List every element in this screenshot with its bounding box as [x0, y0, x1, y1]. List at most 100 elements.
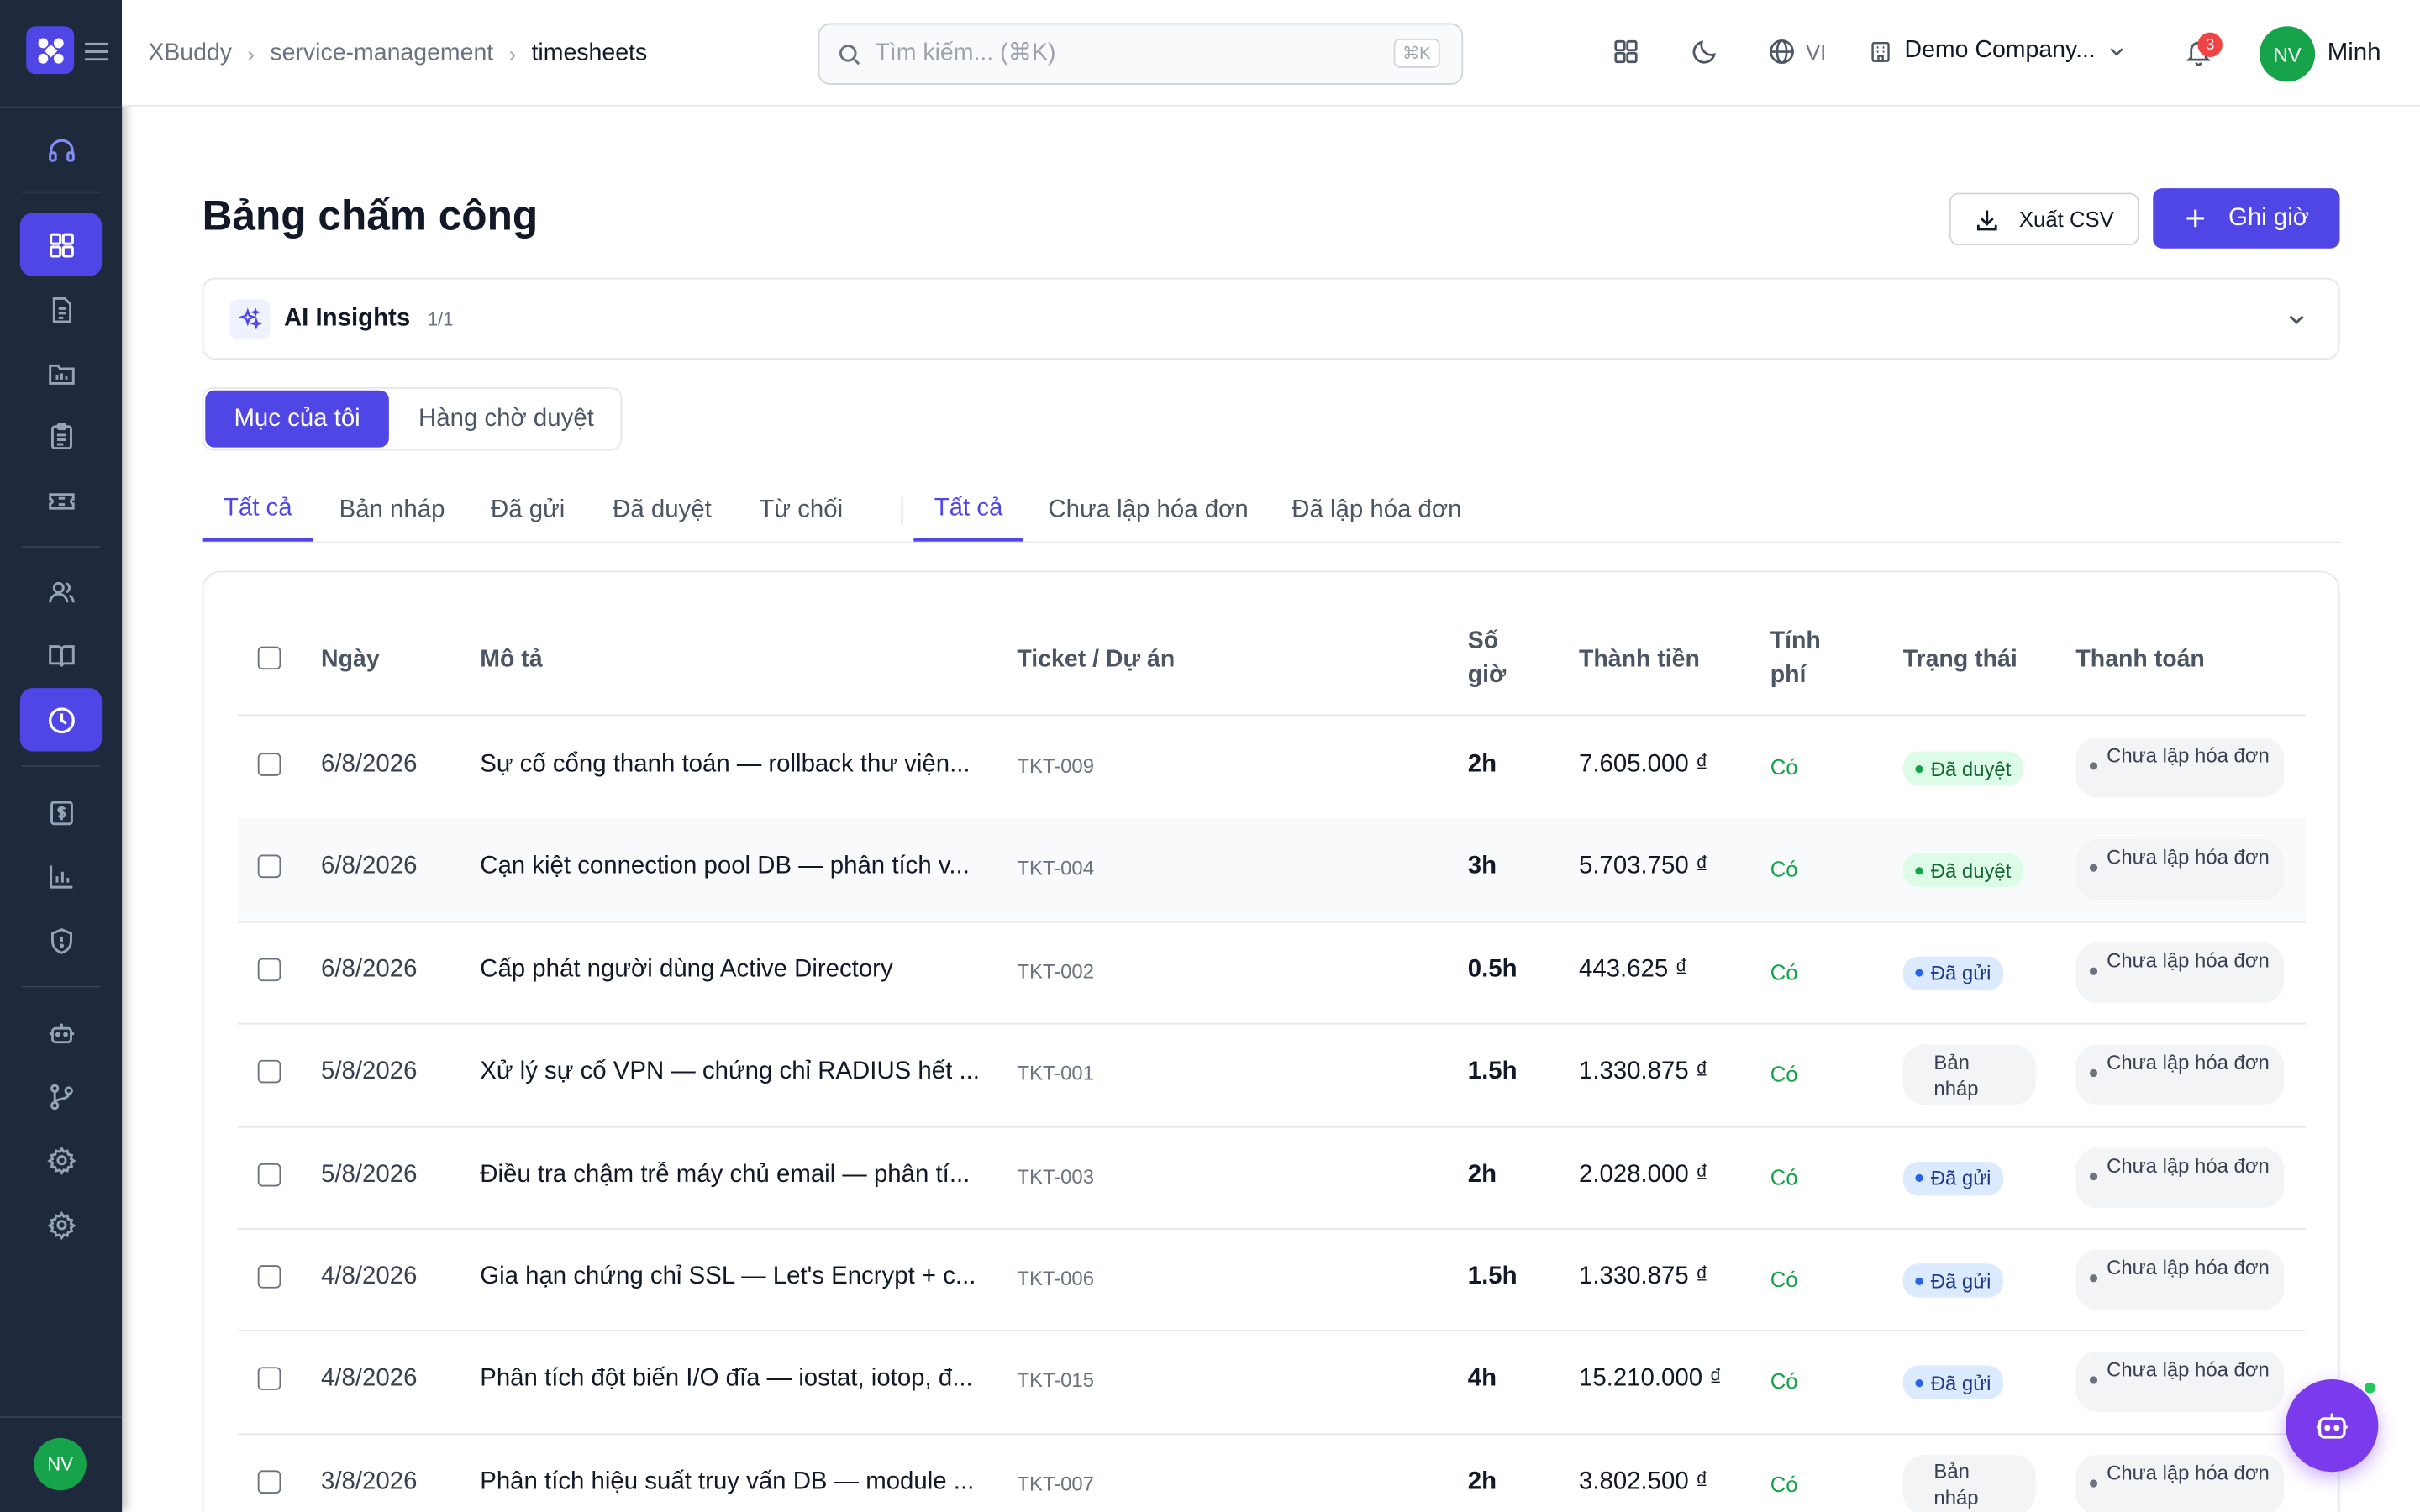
theme-toggle-button[interactable] [1690, 37, 1719, 66]
apps-grid-icon [1614, 39, 1638, 64]
chevron-down-icon[interactable] [2286, 308, 2307, 330]
sidebar-item-security[interactable] [20, 909, 102, 972]
sidebar-avatar[interactable]: NV [34, 1437, 87, 1491]
row-description[interactable]: Cạn kiệt connection pool DB — phân tích … [480, 853, 981, 881]
status-badge: Bản nháp [1902, 1044, 2036, 1105]
search-box[interactable]: ⌘K [818, 23, 1464, 86]
sidebar-item-reports[interactable] [20, 844, 102, 907]
tab-status-rejected[interactable]: Từ chối [744, 478, 858, 541]
col-header-hours[interactable]: Số giờ [1468, 625, 1511, 693]
breadcrumb-item[interactable]: XBuddy [148, 40, 232, 68]
tab-status-all[interactable]: Tất cả [202, 478, 313, 542]
apps-button[interactable] [1612, 37, 1641, 66]
row-ticket[interactable]: TKT-003 [1017, 1164, 1094, 1188]
sidebar-item-billing[interactable] [20, 780, 102, 843]
table-row[interactable]: 5/8/2026 Xử lý sự cố VPN — chứng chỉ RADI… [238, 1023, 2306, 1125]
row-checkbox[interactable] [257, 958, 281, 981]
row-ticket[interactable]: TKT-004 [1017, 857, 1094, 880]
invoice-label: Chưa lập hóa đơn [2107, 948, 2270, 972]
app-logo[interactable] [26, 26, 75, 75]
row-hours: 1.5h [1467, 1263, 1518, 1290]
col-header-date[interactable]: Ngày [321, 643, 380, 677]
company-name: Demo Company... [1904, 37, 2096, 64]
sidebar-item-timesheets[interactable] [19, 688, 103, 752]
log-time-button[interactable]: Ghi giờ [2153, 188, 2340, 249]
ai-insights-panel[interactable]: AI Insights 1/1 [202, 277, 2340, 360]
breadcrumb-item[interactable]: service-management [270, 40, 493, 68]
sidebar-item-tickets[interactable] [20, 469, 102, 532]
sidebar-item-users[interactable] [20, 560, 102, 623]
my-items-tab[interactable]: Mục của tôi [205, 390, 389, 448]
table-row[interactable]: 4/8/2026 Phân tích đột biến I/O đĩa — ios… [238, 1331, 2306, 1432]
ai-assistant-button[interactable] [2286, 1379, 2379, 1473]
row-date: 6/8/2026 [321, 956, 418, 983]
col-header-ticket[interactable]: Ticket / Dự án [1017, 643, 1175, 677]
sidebar-item-automation[interactable] [20, 1001, 102, 1064]
tab-not-invoiced[interactable]: Chưa lập hóa đơn [1039, 478, 1258, 541]
invoice-badge: Chưa lập hóa đơn [2075, 1249, 2285, 1310]
row-ticket[interactable]: TKT-002 [1017, 959, 1094, 983]
language-button[interactable]: VI [1767, 37, 1826, 66]
table-row[interactable]: 5/8/2026 Điều tra chậm trễ máy chủ email … [238, 1126, 2306, 1227]
select-all-checkbox[interactable] [257, 646, 281, 670]
row-ticket[interactable]: TKT-001 [1017, 1062, 1094, 1085]
sidebar-item-knowledge[interactable] [20, 623, 102, 686]
table-row[interactable]: 6/8/2026 Cấp phát người dùng Active Direc… [238, 921, 2306, 1022]
tab-status-draft[interactable]: Bản nháp [326, 478, 459, 541]
tab-invoiced[interactable]: Đã lập hóa đơn [1280, 478, 1474, 541]
col-header-status[interactable]: Trạng thái [1903, 643, 2018, 677]
row-description[interactable]: Điều tra chậm trễ máy chủ email — phân t… [480, 1161, 981, 1189]
tab-invoice-all[interactable]: Tất cả [913, 478, 1023, 542]
sidebar-item-admin-settings[interactable] [20, 1193, 102, 1256]
building-icon [1871, 41, 1890, 62]
status-label: Đã duyệt [1930, 858, 2012, 883]
row-hours: 2h [1467, 751, 1497, 778]
row-checkbox[interactable] [257, 1163, 281, 1186]
row-ticket[interactable]: TKT-006 [1017, 1267, 1094, 1290]
row-description[interactable]: Phân tích đột biến I/O đĩa — iostat, iot… [480, 1366, 981, 1394]
row-ticket[interactable]: TKT-015 [1017, 1369, 1094, 1393]
sidebar-item-workflows[interactable] [20, 1064, 102, 1127]
invoice-badge: Chưa lập hóa đơn [2075, 1044, 2285, 1105]
col-header-billable[interactable]: Tính phí [1770, 625, 1832, 693]
row-ticket[interactable]: TKT-009 [1017, 754, 1094, 778]
table-row[interactable]: 6/8/2026 Sự cố cổng thanh toán — rollback… [238, 716, 2306, 817]
dollar-icon [50, 800, 72, 825]
row-ticket[interactable]: TKT-007 [1017, 1472, 1094, 1495]
row-checkbox[interactable] [257, 1368, 281, 1391]
user-name[interactable]: Minh [2328, 40, 2381, 68]
row-checkbox[interactable] [257, 753, 281, 776]
row-description[interactable]: Gia hạn chứng chỉ SSL — Let's Encrypt + … [480, 1263, 981, 1291]
row-description[interactable]: Sự cố cổng thanh toán — rollback thư việ… [480, 751, 981, 779]
sidebar-item-projects[interactable] [20, 341, 102, 404]
sidebar-item-support[interactable] [20, 118, 102, 181]
sidebar-item-documents[interactable] [20, 278, 102, 341]
approval-queue-tab[interactable]: Hàng chờ duyệt [392, 391, 621, 448]
user-avatar[interactable]: NV [2259, 26, 2316, 82]
sidebar-item-dashboard[interactable] [19, 213, 103, 276]
row-checkbox[interactable] [257, 855, 281, 879]
tab-status-approved[interactable]: Đã duyệt [599, 478, 726, 541]
chevron-down-icon [2110, 47, 2123, 55]
row-checkbox[interactable] [257, 1470, 281, 1494]
menu-toggle-icon[interactable] [85, 42, 108, 70]
sidebar-item-settings[interactable] [20, 1128, 102, 1191]
table-row[interactable]: 3/8/2026 Phân tích hiệu suất truy vấn DB … [238, 1433, 2306, 1512]
table-row[interactable]: 4/8/2026 Gia hạn chứng chỉ SSL — Let's En… [238, 1228, 2306, 1330]
export-csv-button[interactable]: Xuất CSV [1949, 192, 2139, 246]
table-row[interactable]: 6/8/2026 Cạn kiệt connection pool DB — ph… [237, 818, 2307, 921]
invoice-dot [2089, 1479, 2098, 1488]
sidebar-item-tasks[interactable] [20, 404, 102, 467]
row-description[interactable]: Xử lý sự cố VPN — chứng chỉ RADIUS hết .… [480, 1058, 981, 1086]
row-checkbox[interactable] [257, 1060, 281, 1084]
col-header-amount[interactable]: Thành tiền [1579, 643, 1700, 677]
tab-status-sent[interactable]: Đã gửi [476, 478, 581, 541]
moon-icon [1692, 40, 1716, 64]
col-header-invoice[interactable]: Thanh toán [2075, 643, 2204, 677]
col-header-description[interactable]: Mô tả [480, 643, 542, 677]
row-description[interactable]: Cấp phát người dùng Active Directory [480, 956, 981, 984]
row-checkbox[interactable] [257, 1265, 281, 1289]
company-switcher[interactable]: Demo Company... [1869, 37, 2124, 65]
row-description[interactable]: Phân tích hiệu suất truy vấn DB — module… [480, 1468, 981, 1496]
search-input[interactable] [875, 39, 1370, 68]
